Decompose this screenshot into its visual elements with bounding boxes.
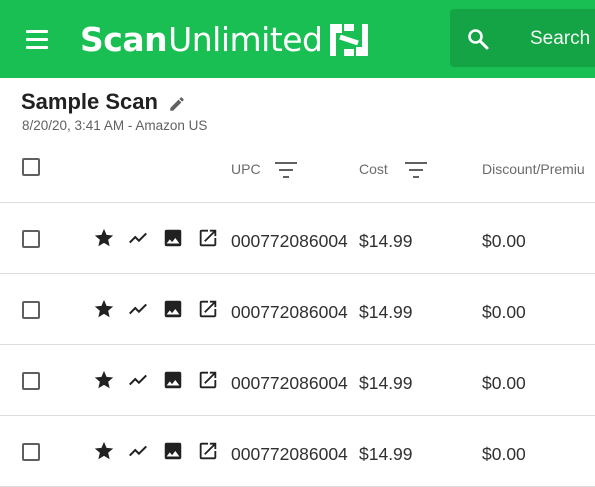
column-header-upc[interactable]: UPC <box>231 161 261 177</box>
image-icon[interactable] <box>162 369 184 391</box>
open-external-icon[interactable] <box>197 440 219 462</box>
upc-cell: 000772086004 <box>231 302 348 322</box>
cost-cell: $14.99 <box>359 373 413 393</box>
top-app-bar: Scan Unlimited Search <box>0 0 595 78</box>
cost-cell: $14.99 <box>359 302 413 322</box>
page-title: Sample Scan <box>21 89 158 114</box>
brand-logo[interactable]: Scan Unlimited <box>80 16 371 62</box>
edit-icon[interactable] <box>168 95 186 113</box>
table-row: 000772086004 $14.99 $0.00 <box>0 203 595 274</box>
trend-icon[interactable] <box>127 227 149 249</box>
trend-icon[interactable] <box>127 369 149 391</box>
discount-cell: $0.00 <box>482 373 526 393</box>
trend-icon[interactable] <box>127 440 149 462</box>
cost-cell: $14.99 <box>359 231 413 251</box>
search-placeholder: Search <box>530 28 591 49</box>
menu-icon-line <box>26 46 48 49</box>
table-row: 000772086004 $14.99 $0.00 <box>0 416 595 487</box>
star-icon[interactable] <box>93 298 115 320</box>
open-external-icon[interactable] <box>197 298 219 320</box>
upc-cell: 000772086004 <box>231 231 348 251</box>
filter-icon[interactable] <box>404 160 428 180</box>
row-checkbox[interactable] <box>22 301 40 319</box>
discount-cell: $0.00 <box>482 302 526 322</box>
row-checkbox[interactable] <box>22 443 40 461</box>
cost-cell: $14.99 <box>359 444 413 464</box>
filter-icon[interactable] <box>274 160 298 180</box>
row-checkbox[interactable] <box>22 372 40 390</box>
image-icon[interactable] <box>162 227 184 249</box>
brand-mark-icon <box>329 24 368 56</box>
search-input[interactable]: Search <box>450 9 595 67</box>
open-external-icon[interactable] <box>197 369 219 391</box>
brand-name-bold: Scan <box>80 19 168 59</box>
upc-cell: 000772086004 <box>231 373 348 393</box>
table-row: 000772086004 $14.99 $0.00 <box>0 345 595 416</box>
trend-icon[interactable] <box>127 298 149 320</box>
column-header-cost[interactable]: Cost <box>359 161 388 177</box>
menu-icon-line <box>26 38 48 41</box>
open-external-icon[interactable] <box>197 227 219 249</box>
table-row: 000772086004 $14.99 $0.00 <box>0 274 595 345</box>
discount-cell: $0.00 <box>482 444 526 464</box>
star-icon[interactable] <box>93 369 115 391</box>
row-checkbox[interactable] <box>22 230 40 248</box>
scan-subtitle: 8/20/20, 3:41 AM - Amazon US <box>22 118 208 133</box>
image-icon[interactable] <box>162 440 184 462</box>
select-all-checkbox[interactable] <box>22 158 40 176</box>
upc-cell: 000772086004 <box>231 444 348 464</box>
menu-button[interactable] <box>18 21 58 57</box>
menu-icon-line <box>26 30 48 33</box>
discount-cell: $0.00 <box>482 231 526 251</box>
star-icon[interactable] <box>93 440 115 462</box>
search-icon <box>468 29 489 50</box>
image-icon[interactable] <box>162 298 184 320</box>
brand-name-light: Unlimited <box>168 19 323 59</box>
table-header: UPC Cost Discount/Premiu <box>0 138 595 203</box>
star-icon[interactable] <box>93 227 115 249</box>
column-header-discount[interactable]: Discount/Premiu <box>482 161 585 177</box>
